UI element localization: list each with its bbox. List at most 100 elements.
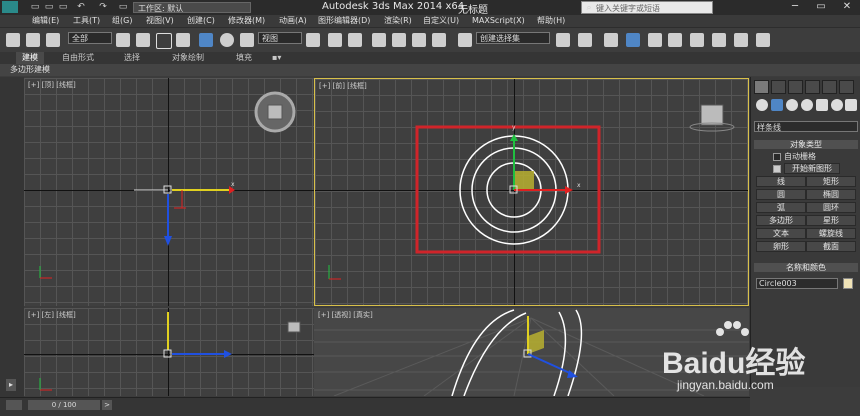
- circle-button[interactable]: 圆: [756, 189, 806, 200]
- start-new-shape-button[interactable]: 开始新图形: [784, 163, 840, 174]
- arc-button[interactable]: 弧: [756, 202, 806, 213]
- save-file-icon[interactable]: ▭: [58, 2, 68, 12]
- next-frame-icon[interactable]: >: [102, 400, 112, 410]
- name-and-color-rollout[interactable]: 名称和颜色: [754, 263, 858, 272]
- align-icon[interactable]: [578, 33, 592, 47]
- shape-type-select[interactable]: 样条线: [754, 121, 858, 132]
- menu-view[interactable]: 视图(V): [146, 15, 174, 27]
- snaps-toggle-icon[interactable]: [372, 33, 386, 47]
- shapes-icon[interactable]: [771, 99, 783, 111]
- curve-editor-icon[interactable]: [648, 33, 662, 47]
- polygon-modeling-label[interactable]: 多边形建模: [10, 64, 50, 76]
- select-object-icon[interactable]: [116, 33, 130, 47]
- space-warps-icon[interactable]: [831, 99, 843, 111]
- tab-populate[interactable]: 填充: [236, 52, 252, 64]
- select-manipulate-icon[interactable]: [328, 33, 342, 47]
- ellipse-button[interactable]: 椭圆: [806, 189, 856, 200]
- menu-group[interactable]: 组(G): [112, 15, 132, 27]
- menu-tools[interactable]: 工具(T): [73, 15, 100, 27]
- bind-space-warp-icon[interactable]: [46, 33, 60, 47]
- layer-manager-icon[interactable]: [604, 33, 618, 47]
- text-button[interactable]: 文本: [756, 228, 806, 239]
- keyboard-shortcut-icon[interactable]: [348, 33, 362, 47]
- rendered-frame-icon[interactable]: [734, 33, 748, 47]
- object-name-input[interactable]: Circle003: [756, 278, 838, 289]
- schematic-view-icon[interactable]: [668, 33, 682, 47]
- donut-button[interactable]: 圆环: [806, 202, 856, 213]
- pivot-center-icon[interactable]: [306, 33, 320, 47]
- viewport-front[interactable]: [+] [前] [线框] y x: [314, 78, 749, 306]
- expand-panel-icon[interactable]: ▸: [6, 379, 16, 391]
- reference-coordinate-select[interactable]: 视图: [258, 32, 302, 44]
- select-move-icon[interactable]: [199, 33, 213, 47]
- new-file-icon[interactable]: ▭: [30, 2, 40, 12]
- selection-filter-select[interactable]: 全部: [68, 32, 112, 44]
- ribbon-options-icon[interactable]: ▪▾: [272, 52, 281, 64]
- project-folder-icon[interactable]: ▭: [118, 2, 128, 12]
- menu-animation[interactable]: 动画(A): [279, 15, 307, 27]
- auto-grid-box[interactable]: [773, 152, 781, 161]
- display-panel-tab[interactable]: [822, 80, 837, 94]
- helpers-icon[interactable]: [816, 99, 828, 111]
- modify-panel-tab[interactable]: [771, 80, 786, 94]
- viewport-top[interactable]: [+] [顶] [线框] x: [24, 78, 314, 306]
- link-icon[interactable]: [6, 33, 20, 47]
- minimize-button[interactable]: ─: [782, 0, 808, 14]
- tab-freeform[interactable]: 自由形式: [62, 52, 94, 64]
- cameras-icon[interactable]: [801, 99, 813, 111]
- menu-create[interactable]: 创建(C): [187, 15, 215, 27]
- edit-named-selection-icon[interactable]: [458, 33, 472, 47]
- workspace-select[interactable]: 工作区: 默认: [133, 2, 251, 13]
- render-production-icon[interactable]: [756, 33, 770, 47]
- menu-modifiers[interactable]: 修改器(M): [228, 15, 265, 27]
- select-by-name-icon[interactable]: [136, 33, 150, 47]
- menu-graph-editors[interactable]: 图形编辑器(D): [318, 15, 370, 27]
- app-logo-icon[interactable]: [2, 1, 18, 13]
- menu-help[interactable]: 帮助(H): [537, 15, 565, 27]
- line-button[interactable]: 线: [756, 176, 806, 187]
- tab-selection[interactable]: 选择: [124, 52, 140, 64]
- menu-customize[interactable]: 自定义(U): [423, 15, 459, 27]
- select-scale-icon[interactable]: [240, 33, 254, 47]
- object-color-swatch[interactable]: [843, 278, 853, 289]
- lights-icon[interactable]: [786, 99, 798, 111]
- rect-selection-icon[interactable]: [156, 33, 172, 49]
- create-panel-tab[interactable]: [754, 80, 769, 94]
- ngon-button[interactable]: 多边形: [756, 215, 806, 226]
- hierarchy-panel-tab[interactable]: [788, 80, 803, 94]
- percent-snap-icon[interactable]: [412, 33, 426, 47]
- egg-button[interactable]: 卵形: [756, 241, 806, 252]
- time-slider[interactable]: 0 / 100: [28, 400, 100, 410]
- close-button[interactable]: ✕: [834, 0, 860, 14]
- viewport-left[interactable]: [+] [左] [线框]: [24, 308, 314, 396]
- menu-maxscript[interactable]: MAXScript(X): [472, 15, 525, 27]
- redo-icon[interactable]: ↷: [98, 2, 108, 12]
- angle-snap-icon[interactable]: [392, 33, 406, 47]
- systems-icon[interactable]: [845, 99, 857, 111]
- tab-modeling[interactable]: 建模: [16, 52, 44, 64]
- select-rotate-icon[interactable]: [220, 33, 234, 47]
- open-file-icon[interactable]: ▭: [44, 2, 54, 12]
- helix-button[interactable]: 螺旋线: [806, 228, 856, 239]
- mini-curve-editor-icon[interactable]: [6, 400, 22, 410]
- render-setup-icon[interactable]: [712, 33, 726, 47]
- tab-object-paint[interactable]: 对象绘制: [172, 52, 204, 64]
- object-type-rollout[interactable]: 对象类型: [754, 140, 858, 149]
- start-new-shape-box[interactable]: [773, 164, 781, 173]
- spinner-snap-icon[interactable]: [432, 33, 446, 47]
- auto-grid-checkbox[interactable]: 自动栅格: [773, 151, 816, 162]
- window-crossing-icon[interactable]: [176, 33, 190, 47]
- named-selection-set-select[interactable]: 创建选择集: [476, 32, 550, 44]
- motion-panel-tab[interactable]: [805, 80, 820, 94]
- rectangle-button[interactable]: 矩形: [806, 176, 856, 187]
- unlink-icon[interactable]: [26, 33, 40, 47]
- graphite-toolbar-icon[interactable]: [626, 33, 640, 47]
- undo-icon[interactable]: ↶: [76, 2, 86, 12]
- utilities-panel-tab[interactable]: [839, 80, 854, 94]
- material-editor-icon[interactable]: [690, 33, 704, 47]
- menu-edit[interactable]: 编辑(E): [32, 15, 59, 27]
- section-button[interactable]: 截面: [806, 241, 856, 252]
- geometry-icon[interactable]: [756, 99, 768, 111]
- start-new-shape-checkbox[interactable]: 开始新图形: [773, 163, 840, 174]
- maximize-button[interactable]: ▭: [808, 0, 834, 14]
